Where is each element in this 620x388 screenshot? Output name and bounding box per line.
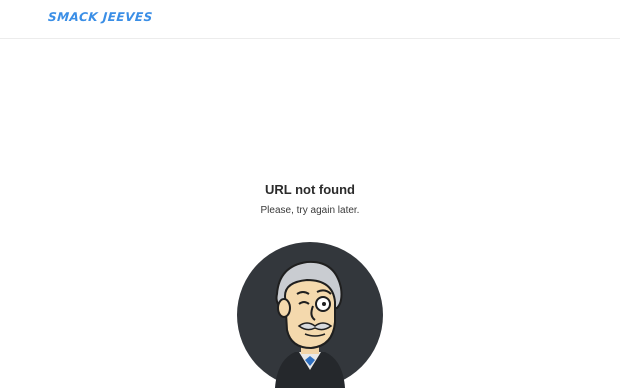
site-header: SMACK JEEVES — [0, 0, 620, 39]
butler-mascot-icon — [237, 242, 383, 388]
error-message: Please, try again later. — [260, 205, 360, 216]
main-content: URL not found Please, try again later. — [0, 40, 620, 388]
error-title: URL not found — [264, 182, 355, 197]
site-logo[interactable]: SMACK JEEVES — [48, 10, 154, 24]
